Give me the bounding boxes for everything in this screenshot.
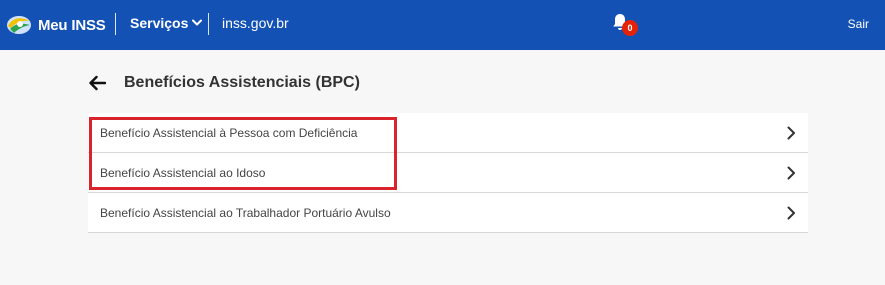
notifications-button[interactable]: 0 bbox=[612, 13, 638, 39]
benefit-item-trabalhador-portuario[interactable]: Benefício Assistencial ao Trabalhador Po… bbox=[88, 193, 808, 233]
header-divider bbox=[115, 13, 116, 35]
chevron-right-icon bbox=[787, 166, 795, 179]
services-menu-label: Serviços bbox=[130, 15, 189, 31]
chevron-down-icon bbox=[192, 19, 203, 26]
inss-site-link[interactable]: inss.gov.br bbox=[222, 15, 289, 31]
logout-link[interactable]: Sair bbox=[848, 17, 869, 31]
services-menu-button[interactable]: Serviços bbox=[130, 15, 203, 31]
chevron-right-icon bbox=[787, 126, 795, 139]
page-header: Benefícios Assistenciais (BPC) bbox=[88, 72, 360, 94]
meu-inss-home-link[interactable]: Meu INSS bbox=[6, 12, 106, 38]
brand-name: Meu INSS bbox=[38, 16, 106, 34]
top-navigation-bar: Meu INSS Serviços inss.gov.br 0 Sair bbox=[0, 0, 885, 50]
benefit-item-idoso[interactable]: Benefício Assistencial ao Idoso bbox=[88, 153, 808, 193]
chevron-right-icon bbox=[787, 206, 795, 219]
benefit-label: Benefício Assistencial ao Idoso bbox=[100, 165, 266, 180]
notifications-count-badge: 0 bbox=[622, 20, 638, 36]
benefit-item-pessoa-deficiencia[interactable]: Benefício Assistencial à Pessoa com Defi… bbox=[88, 113, 808, 153]
header-divider bbox=[208, 13, 209, 35]
page-title: Benefícios Assistenciais (BPC) bbox=[124, 74, 360, 91]
inss-logo-icon bbox=[7, 16, 31, 34]
benefit-label: Benefício Assistencial à Pessoa com Defi… bbox=[100, 125, 358, 140]
back-arrow-icon[interactable] bbox=[88, 75, 106, 91]
benefits-list: Benefício Assistencial à Pessoa com Defi… bbox=[88, 113, 808, 233]
benefit-label: Benefício Assistencial ao Trabalhador Po… bbox=[100, 205, 391, 220]
